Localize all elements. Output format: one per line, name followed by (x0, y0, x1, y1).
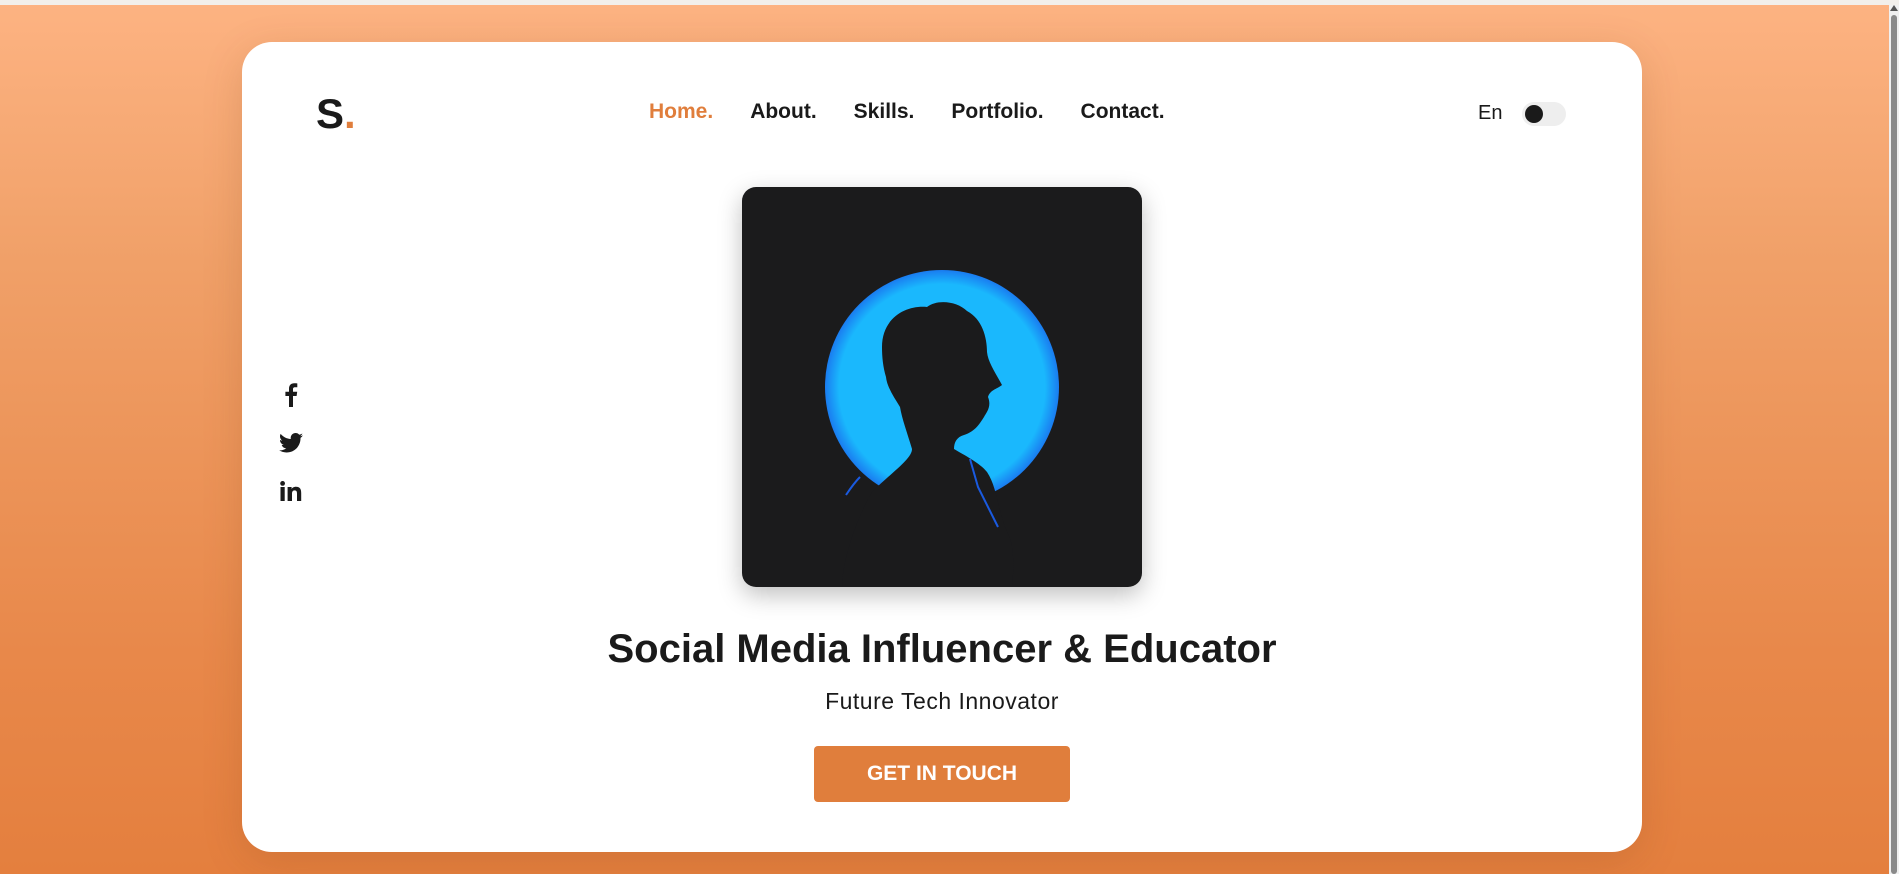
social-links (278, 382, 304, 504)
language-selector[interactable]: En (1478, 102, 1502, 125)
hero-headline: Social Media Influencer & Educator (607, 627, 1277, 671)
nav-about[interactable]: About. (750, 100, 816, 124)
linkedin-icon[interactable] (278, 478, 304, 504)
page-scrollbar[interactable] (1889, 5, 1899, 874)
theme-toggle[interactable] (1522, 102, 1566, 126)
silhouette-illustration (825, 270, 1059, 587)
nav-home[interactable]: Home. (649, 100, 713, 124)
hero-subtitle: Future Tech Innovator (825, 688, 1059, 714)
profile-photo (742, 187, 1142, 587)
get-in-touch-button[interactable]: GET IN TOUCH (814, 746, 1070, 802)
nav-skills[interactable]: Skills. (854, 100, 915, 124)
scroll-up-arrow-icon[interactable] (1890, 5, 1898, 11)
main-nav: Home. About. Skills. Portfolio. Contact. (649, 100, 1165, 124)
nav-contact[interactable]: Contact. (1081, 100, 1165, 124)
facebook-icon[interactable] (278, 382, 304, 408)
logo-letter: S (316, 90, 345, 137)
nav-portfolio[interactable]: Portfolio. (951, 100, 1043, 124)
browser-top-edge (0, 0, 1899, 5)
toggle-knob (1525, 105, 1543, 123)
scroll-thumb[interactable] (1891, 15, 1897, 874)
site-logo[interactable]: S. (316, 90, 356, 138)
logo-dot: . (344, 90, 356, 137)
twitter-icon[interactable] (278, 430, 304, 456)
hero-card: S. Home. About. Skills. Portfolio. Conta… (242, 42, 1642, 852)
